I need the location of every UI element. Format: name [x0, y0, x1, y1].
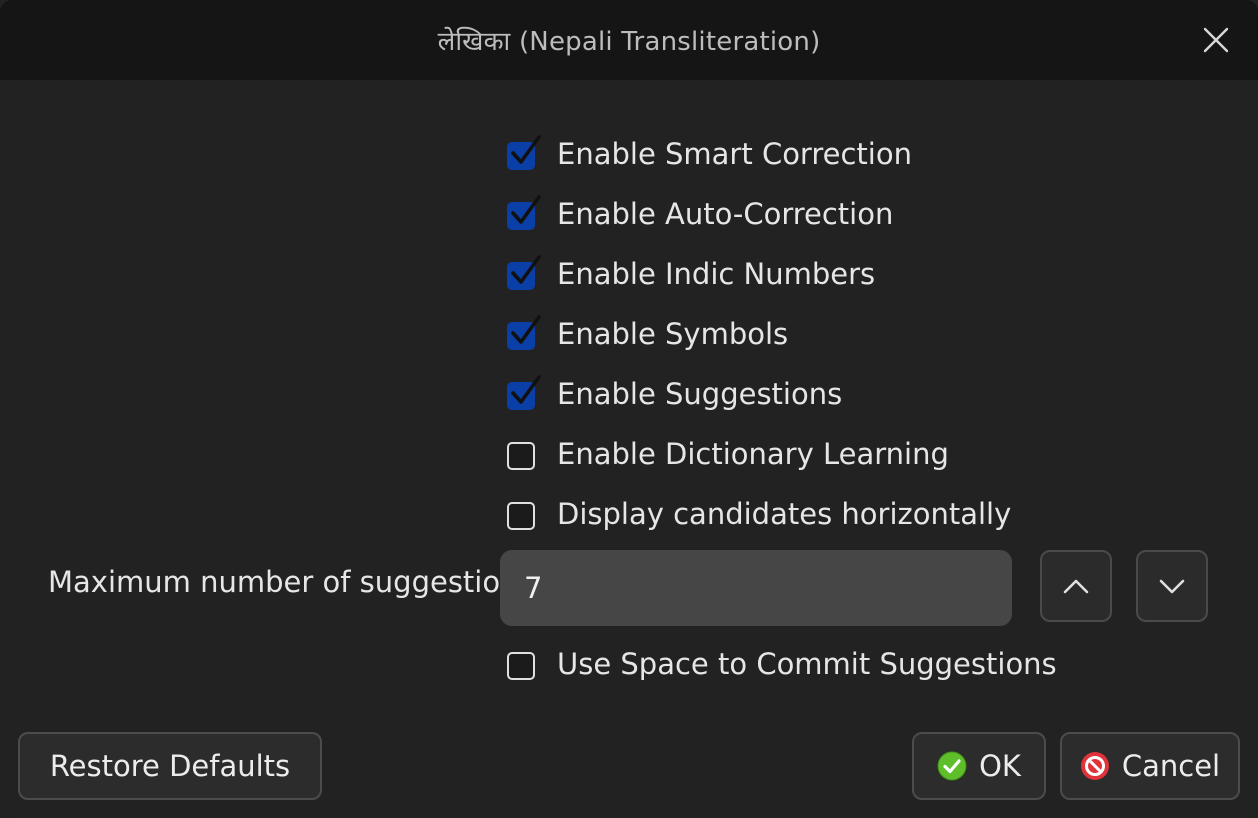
increment-button[interactable]: [1040, 550, 1112, 622]
max-suggestions-input[interactable]: 7: [500, 550, 1012, 626]
option-label: Enable Symbols: [557, 317, 789, 351]
option-label: Use Space to Commit Suggestions: [557, 647, 1057, 681]
checkbox[interactable]: [507, 375, 541, 410]
checkbox[interactable]: [507, 439, 537, 470]
option-label: Display candidates horizontally: [557, 497, 1012, 531]
option-indic-numbers[interactable]: Enable Indic Numbers: [507, 254, 875, 294]
option-space-commit[interactable]: Use Space to Commit Suggestions: [507, 644, 1057, 684]
option-dictionary-learning[interactable]: Enable Dictionary Learning: [507, 434, 949, 474]
checkbox[interactable]: [507, 499, 537, 530]
preferences-dialog: लेखिका (Nepali Transliteration) Enable S…: [0, 0, 1258, 818]
option-label: Enable Indic Numbers: [557, 257, 876, 291]
window-title: लेखिका (Nepali Transliteration): [437, 27, 821, 57]
option-smart-correction[interactable]: Enable Smart Correction: [507, 134, 912, 174]
chevron-up-icon: [1063, 579, 1089, 594]
restore-defaults-label: Restore Defaults: [49, 749, 291, 783]
close-button[interactable]: [1200, 24, 1232, 56]
decrement-button[interactable]: [1136, 550, 1208, 622]
checkmark-icon: [511, 315, 541, 344]
option-auto-correction[interactable]: Enable Auto-Correction: [507, 194, 893, 234]
check-circle-icon: [937, 751, 967, 781]
option-horizontal-candidates[interactable]: Display candidates horizontally: [507, 494, 1011, 534]
cancel-button[interactable]: Cancel: [1060, 732, 1240, 800]
option-label: Enable Suggestions: [557, 377, 843, 411]
checkbox[interactable]: [507, 255, 541, 290]
option-label: Enable Dictionary Learning: [557, 437, 949, 471]
ok-label: OK: [979, 749, 1021, 783]
close-icon: [1203, 27, 1229, 53]
title-bar: लेखिका (Nepali Transliteration): [0, 0, 1258, 80]
checkmark-icon: [511, 135, 541, 164]
checkbox[interactable]: [507, 135, 541, 170]
option-label: Enable Auto-Correction: [557, 197, 894, 231]
checkbox[interactable]: [507, 195, 541, 230]
max-suggestions-label: Maximum number of suggestions:: [48, 565, 544, 599]
checkmark-icon: [511, 255, 541, 284]
ok-button[interactable]: OK: [912, 732, 1046, 800]
no-entry-icon: [1080, 752, 1109, 780]
restore-defaults-button[interactable]: Restore Defaults: [18, 732, 322, 800]
checkbox[interactable]: [507, 649, 537, 680]
checkmark-icon: [511, 195, 541, 224]
option-label: Enable Smart Correction: [557, 137, 912, 171]
option-suggestions[interactable]: Enable Suggestions: [507, 374, 842, 414]
chevron-down-icon: [1159, 579, 1185, 594]
checkmark-icon: [511, 375, 541, 404]
cancel-label: Cancel: [1121, 749, 1221, 783]
checkbox[interactable]: [507, 315, 541, 350]
option-symbols[interactable]: Enable Symbols: [507, 314, 788, 354]
